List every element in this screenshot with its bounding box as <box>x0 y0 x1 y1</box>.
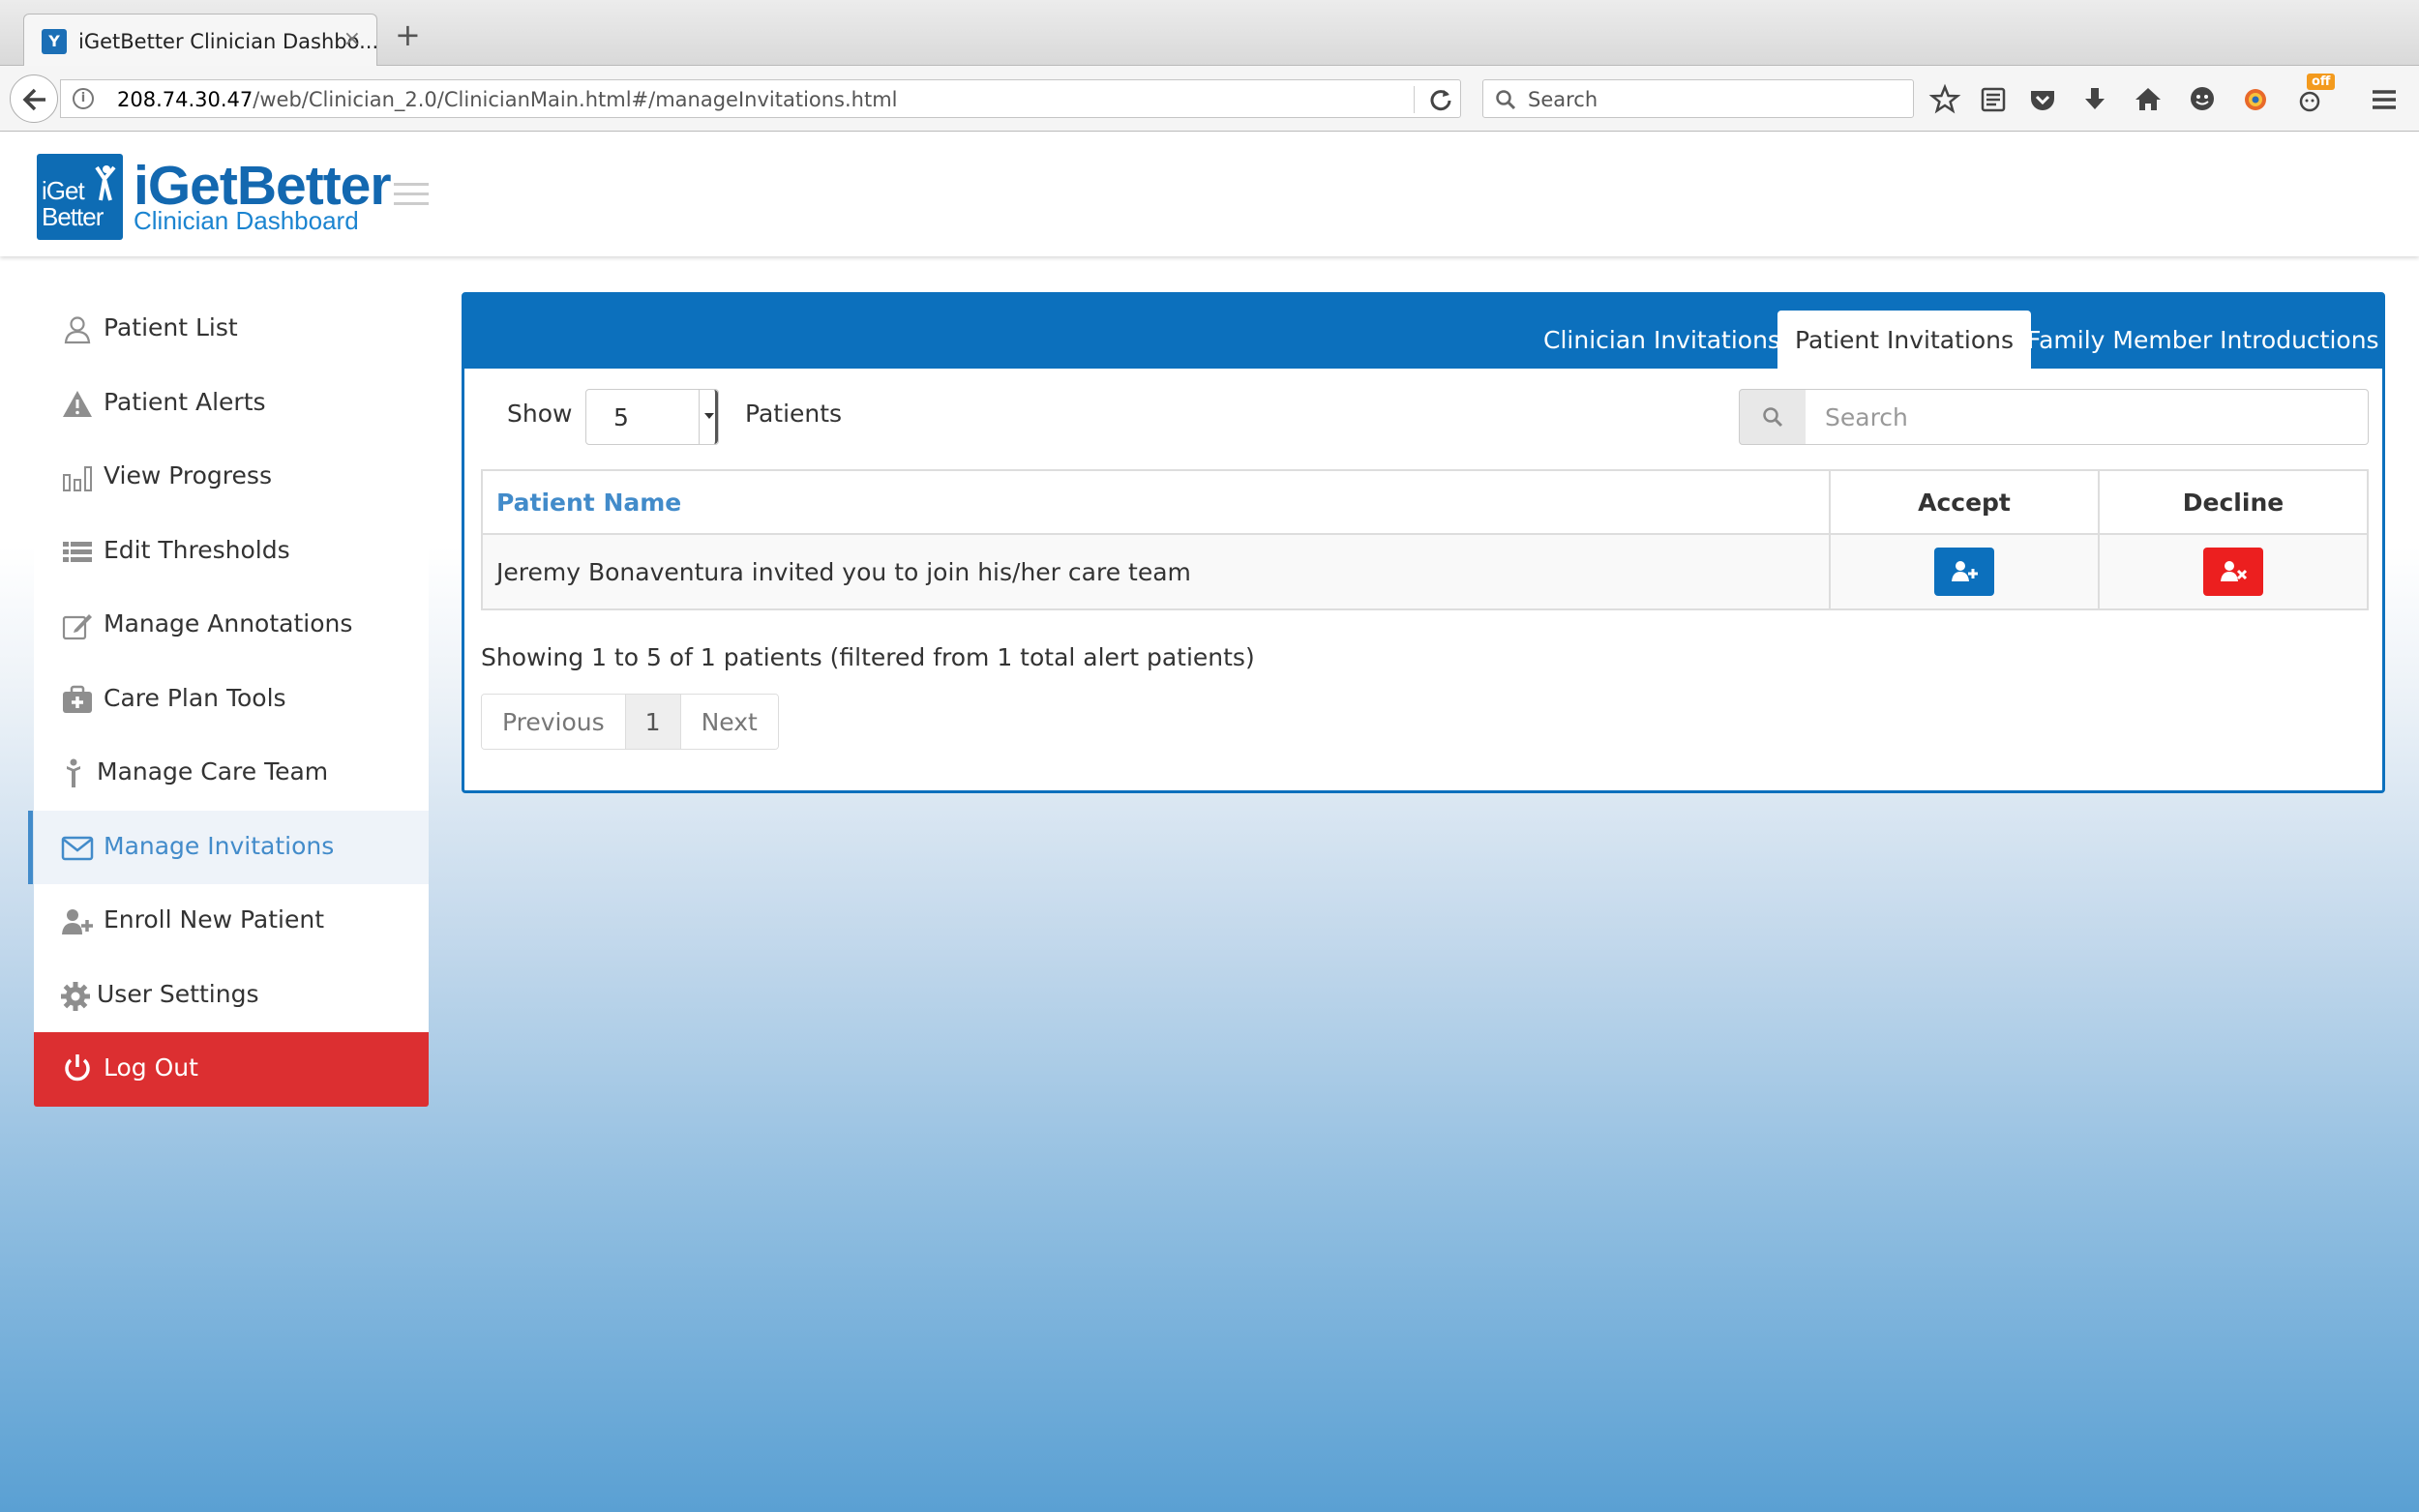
sidebar-item-patient-list[interactable]: Patient List <box>34 292 429 367</box>
sidebar-item-patient-alerts[interactable]: Patient Alerts <box>34 366 429 440</box>
page-1-button[interactable]: 1 <box>625 695 681 749</box>
app-body: iGet Better iGetBetter Clinician Dashboa… <box>0 133 2419 1512</box>
user-plus-icon <box>1952 561 1978 581</box>
sidebar-item-label: Enroll New Patient <box>104 905 325 934</box>
sidebar-item-label: Log Out <box>104 1053 198 1082</box>
invitations-table: Patient Name Accept Decline Jeremy Bonav… <box>481 469 2369 610</box>
pocket-icon[interactable] <box>2026 83 2059 116</box>
app-header: iGet Better iGetBetter Clinician Dashboa… <box>0 133 2419 256</box>
tab-family-member-introductions[interactable]: Family Member Introductions <box>2010 311 2397 369</box>
table-row: Jeremy Bonaventura invited you to join h… <box>481 533 2369 610</box>
column-header-decline: Decline <box>2098 469 2369 535</box>
sidebar-item-label: Edit Thresholds <box>104 535 290 564</box>
sidebar-item-view-progress[interactable]: View Progress <box>34 440 429 515</box>
chevron-down-icon <box>699 390 718 444</box>
reading-list-icon[interactable] <box>1977 83 2010 116</box>
sidebar: Patient List Patient Alerts View Progres… <box>28 292 429 1107</box>
column-header-patient-name[interactable]: Patient Name <box>481 469 1831 535</box>
browser-tab[interactable]: Y iGetBetter Clinician Dashbo... × <box>23 14 379 67</box>
invitations-panel: Clinician Invitations Patient Invitation… <box>462 292 2385 793</box>
sidebar-item-manage-care-team[interactable]: Manage Care Team <box>34 736 429 811</box>
sidebar-item-log-out[interactable]: Log Out <box>34 1032 429 1107</box>
tab-close-icon[interactable]: × <box>343 27 361 51</box>
list-icon <box>63 541 92 562</box>
browser-search-field[interactable]: Search <box>1482 79 1914 118</box>
sidebar-item-edit-thresholds[interactable]: Edit Thresholds <box>34 514 429 588</box>
sidebar-item-care-plan-tools[interactable]: Care Plan Tools <box>34 662 429 736</box>
reload-icon[interactable] <box>1427 86 1454 113</box>
sidebar-item-manage-annotations[interactable]: Manage Annotations <box>34 588 429 663</box>
browser-navbar: i 208.74.30.47/web/Clinician_2.0/Clinici… <box>0 66 2419 132</box>
sidebar-item-label: View Progress <box>104 461 272 489</box>
user-outline-icon <box>64 316 91 344</box>
tab-patient-invitations[interactable]: Patient Invitations <box>1777 311 2031 369</box>
sidebar-item-label: Manage Annotations <box>104 609 353 637</box>
sidebar-item-enroll-new-patient[interactable]: Enroll New Patient <box>34 884 429 959</box>
url-separator <box>1414 86 1415 113</box>
extension-color-icon[interactable] <box>2239 83 2272 116</box>
warning-icon <box>63 390 92 417</box>
favicon-icon: Y <box>42 29 67 54</box>
sidebar-item-user-settings[interactable]: User Settings <box>34 958 429 1032</box>
decline-cell <box>2098 533 2369 610</box>
accept-cell <box>1829 533 2100 610</box>
entries-label: Patients <box>745 400 843 428</box>
logo-figure-icon <box>95 165 116 201</box>
medkit-icon <box>63 685 92 713</box>
chat-icon[interactable] <box>2186 83 2219 116</box>
logo-line-2: Better <box>42 202 104 231</box>
site-info-icon[interactable]: i <box>73 88 94 109</box>
search-addon <box>1739 389 1807 445</box>
bar-chart-icon <box>63 466 92 491</box>
url-text[interactable]: 208.74.30.47/web/Clinician_2.0/Clinician… <box>117 88 898 111</box>
sidebar-item-label: User Settings <box>97 979 259 1008</box>
next-page-button[interactable]: Next <box>680 695 778 749</box>
logo-mark[interactable]: iGet Better <box>37 154 123 240</box>
menu-icon[interactable] <box>2368 83 2401 116</box>
column-header-accept: Accept <box>1829 469 2100 535</box>
sidebar-toggle-icon[interactable] <box>394 183 429 212</box>
tab-clinician-invitations[interactable]: Clinician Invitations <box>1526 311 1798 369</box>
user-plus-icon <box>62 909 93 934</box>
search-icon <box>1496 90 1516 110</box>
back-button[interactable] <box>10 74 58 123</box>
sidebar-item-label: Manage Care Team <box>97 757 329 786</box>
previous-page-button[interactable]: Previous <box>482 695 626 749</box>
sidebar-item-label: Patient Alerts <box>104 387 266 416</box>
table-search-input[interactable] <box>1806 389 2369 445</box>
decline-button[interactable] <box>2203 548 2263 596</box>
envelope-icon <box>61 836 94 860</box>
show-label: Show <box>507 400 573 428</box>
tab-title: iGetBetter Clinician Dashbo... <box>78 30 379 53</box>
bookmark-star-icon[interactable] <box>1928 83 1961 116</box>
pagination: Previous 1 Next <box>481 694 779 750</box>
browser-tabstrip: Y iGetBetter Clinician Dashbo... × + <box>0 0 2419 67</box>
sidebar-item-label: Care Plan Tools <box>104 683 286 712</box>
sidebar-item-label: Patient List <box>104 313 238 341</box>
back-arrow-icon <box>22 88 45 111</box>
new-tab-button[interactable]: + <box>395 19 421 50</box>
person-icon <box>67 758 80 787</box>
search-icon <box>1763 407 1783 428</box>
extension-badge: off <box>2307 74 2336 90</box>
home-icon[interactable] <box>2132 83 2165 116</box>
table-info-text: Showing 1 to 5 of 1 patients (filtered f… <box>481 643 1255 671</box>
edit-icon <box>62 614 92 640</box>
invitation-text: Jeremy Bonaventura invited you to join h… <box>481 533 1831 610</box>
page-size-value: 5 <box>613 403 629 431</box>
table-header-row: Patient Name Accept Decline <box>481 469 2369 535</box>
power-icon <box>65 1054 90 1082</box>
accept-button[interactable] <box>1934 548 1994 596</box>
sidebar-item-label: Manage Invitations <box>104 831 335 860</box>
browser-search-placeholder: Search <box>1528 88 1598 111</box>
gear-icon <box>61 981 90 1011</box>
user-remove-icon <box>2221 561 2247 581</box>
url-bar[interactable]: i 208.74.30.47/web/Clinician_2.0/Clinici… <box>60 79 1461 118</box>
panel-tab-bar: Clinician Invitations Patient Invitation… <box>464 295 2382 369</box>
sidebar-item-manage-invitations[interactable]: Manage Invitations <box>28 810 429 884</box>
page-size-select[interactable]: 5 <box>585 389 719 445</box>
download-icon[interactable] <box>2078 83 2111 116</box>
brand-subtitle: Clinician Dashboard <box>134 206 359 235</box>
